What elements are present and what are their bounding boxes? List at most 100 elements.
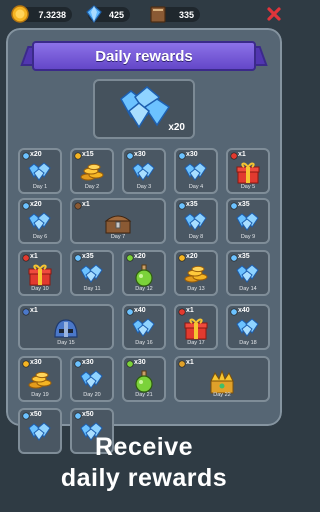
reward-qty: x50	[82, 411, 94, 418]
gem-icon	[184, 212, 207, 231]
gem-icon	[184, 162, 207, 181]
day-reward-card[interactable]: x40 Day 18	[226, 304, 270, 350]
reward-qty: x20	[134, 253, 146, 260]
day-reward-card[interactable]: x1 Day 10	[18, 250, 62, 296]
gem-mini-icon	[74, 254, 82, 262]
day-label: Day 2	[84, 184, 100, 190]
close-icon[interactable]	[266, 6, 282, 22]
day-reward-card[interactable]: x35 Day 11	[70, 250, 114, 296]
day-reward-card[interactable]: x20 Day 13	[174, 250, 218, 296]
helmet-mini-icon	[22, 308, 30, 316]
gem-mini-icon	[178, 202, 186, 210]
day-label: Day 22	[213, 392, 231, 398]
gift-mini-icon	[22, 254, 30, 262]
gem-mini-icon	[22, 202, 30, 210]
gem-mini-icon	[230, 308, 238, 316]
gem-icon	[236, 212, 259, 231]
gem-icon	[236, 318, 259, 337]
reward-qty: x50	[30, 411, 42, 418]
gems-value: 425	[108, 9, 124, 20]
gift-mini-icon	[178, 308, 186, 316]
coin-mini-icon	[22, 360, 30, 368]
gift-mini-icon	[230, 152, 238, 160]
coins-value: 7.3238	[38, 9, 66, 20]
coin-mini-icon	[178, 254, 186, 262]
reward-qty: x1	[238, 151, 246, 158]
day-reward-card[interactable]: x30 Day 19	[18, 356, 62, 402]
day-label: Day 16	[135, 340, 153, 346]
day-label: Day 9	[240, 234, 256, 240]
day-reward-card[interactable]: x35 Day 9	[226, 198, 270, 244]
gem-mini-icon	[22, 412, 30, 420]
day-reward-card[interactable]: x40 Day 16	[122, 304, 166, 350]
potion-mini-icon	[126, 254, 134, 262]
reward-qty: x20	[30, 151, 42, 158]
resource-bar: 7.3238 425 335	[0, 0, 288, 30]
coins-counter: 7.3238	[11, 5, 72, 23]
day-label: Day 21	[135, 392, 153, 398]
coin-stack-icon	[28, 371, 52, 389]
reward-qty: x15	[82, 151, 94, 158]
day-reward-card[interactable]: x15 Day 2	[70, 148, 114, 194]
caption-line-1: Receive	[94, 433, 194, 461]
books-counter: 335	[150, 6, 200, 23]
book-icon	[150, 6, 166, 23]
day-reward-card[interactable]: x1 Day 7	[70, 198, 166, 244]
gem-icon	[80, 370, 103, 389]
gem-mini-icon	[178, 152, 186, 160]
featured-reward[interactable]: x20	[93, 79, 195, 139]
day-label: Day 1	[32, 184, 48, 190]
day-label: Day 3	[136, 184, 152, 190]
gem-icon	[86, 5, 102, 24]
day-reward-card[interactable]: x20 Day 12	[122, 250, 166, 296]
potion-icon	[135, 264, 153, 287]
reward-qty: x35	[186, 201, 198, 208]
gem-icon	[28, 212, 51, 231]
gem-mini-icon	[230, 202, 238, 210]
day-reward-card[interactable]: x30 Day 4	[174, 148, 218, 194]
day-reward-card[interactable]: x35 Day 8	[174, 198, 218, 244]
coin-stack-icon	[80, 163, 104, 181]
gem-mini-icon	[74, 360, 82, 368]
day-reward-card[interactable]: x1 Day 15	[18, 304, 114, 350]
day-reward-card[interactable]: x20 Day 1	[18, 148, 62, 194]
featured-qty: x20	[168, 122, 185, 133]
potion-icon	[135, 370, 153, 393]
day-label: Day 13	[187, 286, 205, 292]
chest-mini-icon	[74, 202, 82, 210]
day-reward-card[interactable]: x1 Day 22	[174, 356, 270, 402]
gem-icon	[28, 162, 51, 181]
day-label: Day 8	[188, 234, 204, 240]
day-reward-card[interactable]: x30 Day 21	[122, 356, 166, 402]
coin-mini-icon	[74, 152, 82, 160]
potion-mini-icon	[126, 360, 134, 368]
caption-line-2: daily rewards	[60, 464, 228, 492]
day-label: Day 12	[135, 286, 153, 292]
books-value: 335	[178, 9, 194, 20]
gift-box-icon	[28, 264, 52, 286]
day-label: Day 18	[239, 340, 257, 346]
reward-qty: x20	[30, 201, 42, 208]
gift-box-icon	[236, 162, 260, 184]
reward-qty: x1	[186, 307, 194, 314]
day-label: Day 20	[83, 392, 101, 398]
crown-chest-mini-icon	[178, 360, 186, 368]
day-reward-card[interactable]: x20 Day 6	[18, 198, 62, 244]
day-reward-card[interactable]: x30 Day 3	[122, 148, 166, 194]
gem-mini-icon	[126, 152, 134, 160]
day-reward-card[interactable]: x30 Day 20	[70, 356, 114, 402]
reward-qty: x1	[30, 253, 38, 260]
gem-mini-icon	[22, 152, 30, 160]
reward-qty: x30	[134, 151, 146, 158]
day-reward-card[interactable]: x1 Day 17	[174, 304, 218, 350]
day-label: Day 14	[239, 286, 257, 292]
page-title: Daily rewards	[32, 41, 256, 71]
day-reward-card[interactable]: x1 Day 5	[226, 148, 270, 194]
gem-mini-icon	[74, 412, 82, 420]
reward-qty: x30	[30, 359, 42, 366]
treasure-chest-icon	[104, 215, 132, 234]
reward-qty: x1	[30, 307, 38, 314]
reward-qty: x30	[186, 151, 198, 158]
reward-qty: x35	[238, 201, 250, 208]
day-reward-card[interactable]: x35 Day 14	[226, 250, 270, 296]
